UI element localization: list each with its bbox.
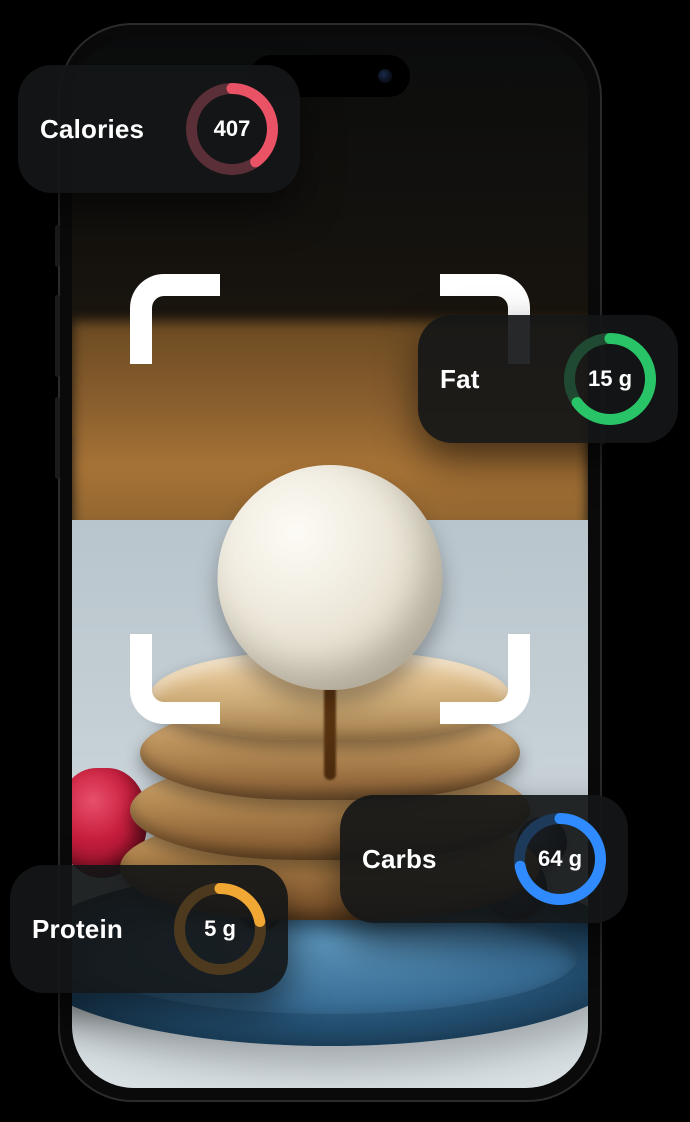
metric-ring: 15 g	[564, 333, 656, 425]
metric-label: Protein	[32, 914, 123, 945]
scan-corner-icon	[130, 634, 220, 724]
metric-chip-carbs[interactable]: Carbs 64 g	[340, 795, 628, 923]
scan-corner-icon	[440, 634, 530, 724]
metric-label: Calories	[40, 114, 144, 145]
metric-ring: 5 g	[174, 883, 266, 975]
phone-volume-up	[55, 295, 60, 377]
metric-label: Fat	[440, 364, 480, 395]
metric-value: 15 g	[564, 333, 656, 425]
metric-chip-fat[interactable]: Fat 15 g	[418, 315, 678, 443]
metric-value: 5 g	[174, 883, 266, 975]
metric-value: 64 g	[514, 813, 606, 905]
phone-volume-down	[55, 397, 60, 479]
phone-side-button	[55, 225, 60, 267]
metric-label: Carbs	[362, 844, 437, 875]
metric-chip-calories[interactable]: Calories 407	[18, 65, 300, 193]
metric-ring: 64 g	[514, 813, 606, 905]
metric-ring: 407	[186, 83, 278, 175]
metric-chip-protein[interactable]: Protein 5 g	[10, 865, 288, 993]
scan-corner-icon	[130, 274, 220, 364]
metric-value: 407	[186, 83, 278, 175]
